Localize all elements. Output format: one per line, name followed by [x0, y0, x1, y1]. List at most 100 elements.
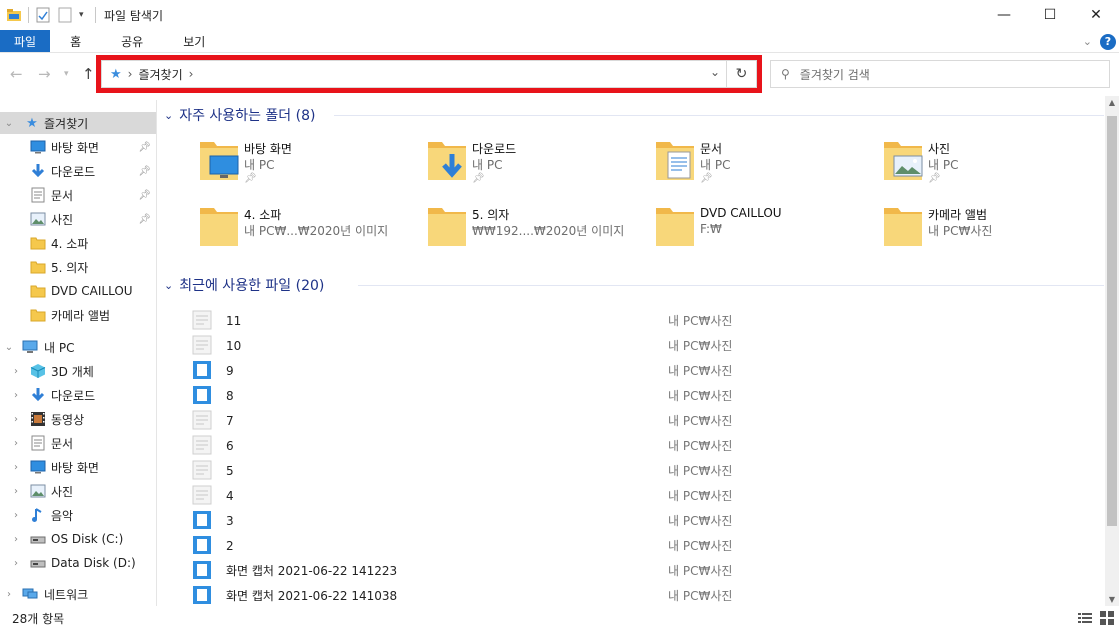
pin-icon[interactable]: 📌︎ — [472, 173, 485, 184]
nav-item[interactable]: › 음악 — [0, 504, 156, 526]
chevron-down-icon[interactable]: ⌄ — [710, 65, 720, 79]
breadcrumb-quick-access[interactable]: 즐겨찾기 — [138, 66, 182, 83]
chevron-right-icon[interactable]: › — [11, 534, 21, 545]
chevron-right-icon[interactable]: › — [11, 366, 21, 377]
nav-item[interactable]: 다운로드 📌︎ — [0, 160, 156, 182]
address-bar[interactable]: ★ › 즐겨찾기 › ⌄ ↻ — [101, 60, 757, 88]
folder-tile[interactable]: 사진 내 PC 📌︎ — [882, 136, 1102, 192]
pin-icon[interactable]: 📌︎ — [138, 142, 151, 153]
nav-item[interactable]: 사진 📌︎ — [0, 208, 156, 230]
chevron-right-icon[interactable]: › — [11, 390, 21, 401]
chevron-right-icon[interactable]: › — [11, 438, 21, 449]
folder-tile[interactable]: 문서 내 PC 📌︎ — [654, 136, 874, 192]
nav-network[interactable]: › 네트워크 — [0, 583, 156, 605]
nav-item[interactable]: › 동영상 — [0, 408, 156, 430]
new-folder-icon[interactable] — [57, 7, 73, 23]
nav-quick-access[interactable]: ⌄ ★ 즐겨찾기 — [0, 112, 156, 134]
pin-icon[interactable]: 📌︎ — [700, 173, 713, 184]
tab-file[interactable]: 파일 — [0, 30, 51, 52]
chevron-right-icon[interactable]: › — [11, 510, 21, 521]
folder-tile[interactable]: 4. 소파 내 PC₩...₩2020년 이미지 — [198, 202, 418, 258]
recent-file-row[interactable]: 6 내 PC₩사진 — [192, 433, 992, 458]
nav-item[interactable]: 카메라 앨범 — [0, 304, 156, 326]
tab-view[interactable]: 보기 — [163, 30, 225, 52]
group-recent-files[interactable]: ⌄ 최근에 사용한 파일 (20) — [164, 274, 324, 296]
help-icon[interactable]: ? — [1100, 33, 1116, 50]
pin-icon[interactable]: 📌︎ — [138, 190, 151, 201]
pin-icon[interactable]: 📌︎ — [928, 173, 941, 184]
up-arrow-icon[interactable]: ↑ — [82, 65, 95, 83]
expand-ribbon-icon[interactable]: ⌄ — [1083, 35, 1092, 48]
refresh-icon[interactable]: ↻ — [726, 61, 756, 87]
scroll-up-icon[interactable]: ▲ — [1105, 98, 1119, 107]
folder-tile[interactable]: 카메라 앨범 내 PC₩사진 — [882, 202, 1102, 258]
maximize-button[interactable]: ☐ — [1027, 0, 1073, 30]
search-input[interactable]: ⚲ 즐겨찾기 검색 — [770, 60, 1110, 88]
chevron-right-icon[interactable]: › — [4, 589, 14, 600]
chevron-right-icon[interactable]: › — [11, 414, 21, 425]
recent-file-row[interactable]: 2 내 PC₩사진 — [192, 533, 992, 558]
recent-file-row[interactable]: 8 내 PC₩사진 — [192, 383, 992, 408]
tab-home[interactable]: 홈 — [50, 30, 101, 52]
recent-file-row[interactable]: 화면 캡처 2021-06-22 141038 내 PC₩사진 — [192, 583, 992, 606]
nav-item[interactable]: 문서 📌︎ — [0, 184, 156, 206]
nav-item[interactable]: DVD CAILLOU — [0, 280, 156, 302]
scroll-down-icon[interactable]: ▼ — [1105, 595, 1119, 604]
recent-locations-icon[interactable]: ▾ — [64, 69, 69, 79]
chevron-down-icon[interactable]: ⌄ — [164, 109, 173, 122]
pin-icon[interactable]: 📌︎ — [244, 173, 257, 184]
recent-file-row[interactable]: 5 내 PC₩사진 — [192, 458, 992, 483]
nav-item[interactable]: › OS Disk (C:) — [0, 528, 156, 550]
properties-icon[interactable] — [35, 7, 51, 23]
chevron-down-icon[interactable]: ⌄ — [4, 118, 14, 129]
chevron-right-icon[interactable]: › — [128, 67, 133, 81]
nav-item[interactable]: › 3D 개체 — [0, 360, 156, 382]
recent-file-row[interactable]: 4 내 PC₩사진 — [192, 483, 992, 508]
recent-file-row[interactable]: 7 내 PC₩사진 — [192, 408, 992, 433]
desktop-icon — [30, 459, 46, 475]
recent-file-row[interactable]: 3 내 PC₩사진 — [192, 508, 992, 533]
recent-file-row[interactable]: 10 내 PC₩사진 — [192, 333, 992, 358]
tiles-view-icon[interactable] — [1099, 610, 1115, 626]
pin-icon[interactable]: 📌︎ — [138, 214, 151, 225]
chevron-right-icon[interactable]: › — [11, 486, 21, 497]
nav-item[interactable]: › 문서 — [0, 432, 156, 454]
nav-item[interactable]: › 다운로드 — [0, 384, 156, 406]
folder-icon — [30, 307, 46, 323]
chevron-right-icon[interactable]: › — [11, 558, 21, 569]
chevron-right-icon[interactable]: › — [189, 67, 194, 81]
minimize-button[interactable]: — — [981, 0, 1027, 30]
file-name: 화면 캡처 2021-06-22 141038 — [226, 589, 398, 603]
recent-file-row[interactable]: 11 내 PC₩사진 — [192, 308, 992, 333]
nav-item[interactable]: › Data Disk (D:) — [0, 552, 156, 574]
file-location: 내 PC₩사진 — [668, 539, 733, 553]
nav-this-pc[interactable]: ⌄ 내 PC — [0, 336, 156, 358]
details-view-icon[interactable] — [1077, 610, 1093, 626]
group-frequent-folders[interactable]: ⌄ 자주 사용하는 폴더 (8) — [164, 104, 315, 126]
folder-tile[interactable]: 바탕 화면 내 PC 📌︎ — [198, 136, 418, 192]
forward-arrow-icon[interactable]: → — [38, 65, 51, 83]
file-explorer-icon[interactable] — [6, 7, 22, 23]
chevron-down-icon[interactable]: ⌄ — [4, 342, 14, 353]
customize-toolbar-icon[interactable]: ▾ — [79, 7, 89, 23]
back-arrow-icon[interactable]: ← — [10, 65, 23, 83]
chevron-down-icon[interactable]: ⌄ — [164, 279, 173, 292]
tab-share[interactable]: 공유 — [101, 30, 163, 52]
folder-tile[interactable]: DVD CAILLOU F:₩ — [654, 202, 874, 258]
nav-item[interactable]: 5. 의자 — [0, 256, 156, 278]
nav-item[interactable]: › 바탕 화면 — [0, 456, 156, 478]
folder-tile[interactable]: 5. 의자 ₩₩192....₩2020년 이미지 — [426, 202, 646, 258]
folder-location: F:₩ — [700, 222, 722, 236]
close-button[interactable]: ✕ — [1073, 0, 1119, 30]
vertical-scrollbar[interactable]: ▲ ▼ — [1105, 96, 1119, 606]
pin-icon[interactable]: 📌︎ — [138, 166, 151, 177]
scrollbar-thumb[interactable] — [1107, 116, 1117, 526]
nav-item[interactable]: › 사진 — [0, 480, 156, 502]
folder-tile[interactable]: 다운로드 내 PC 📌︎ — [426, 136, 646, 192]
nav-label: 즐겨찾기 — [44, 116, 89, 131]
chevron-right-icon[interactable]: › — [11, 462, 21, 473]
nav-item[interactable]: 바탕 화면 📌︎ — [0, 136, 156, 158]
nav-item[interactable]: 4. 소파 — [0, 232, 156, 254]
recent-file-row[interactable]: 화면 캡처 2021-06-22 141223 내 PC₩사진 — [192, 558, 992, 583]
recent-file-row[interactable]: 9 내 PC₩사진 — [192, 358, 992, 383]
